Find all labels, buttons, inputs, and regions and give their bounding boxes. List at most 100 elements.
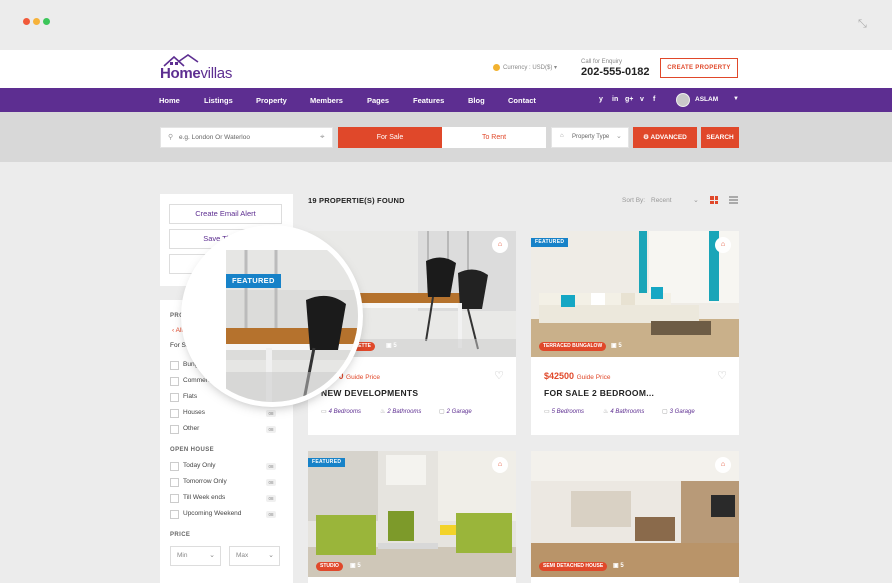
checkbox[interactable]	[170, 377, 179, 386]
maximize-window-dot[interactable]	[43, 18, 50, 25]
user-avatar[interactable]	[676, 93, 690, 107]
max-price-select[interactable]: Max ⌄	[229, 546, 280, 566]
list-view-icon[interactable]	[729, 196, 738, 204]
camera-icon[interactable]: ▣ 5	[613, 562, 624, 569]
nav-item-blog[interactable]: Blog	[468, 96, 485, 105]
browser-chrome: ⤡	[0, 0, 892, 50]
max-label: Max	[236, 552, 249, 559]
filter-today-only[interactable]: Today Only 08	[170, 461, 280, 473]
compare-icon[interactable]: ⌂	[492, 237, 508, 253]
checkbox[interactable]	[170, 462, 179, 471]
modern-room-image	[531, 451, 739, 577]
create-property-button[interactable]: CREATE PROPERTY	[660, 58, 738, 78]
nav-item-listings[interactable]: Listings	[204, 96, 233, 105]
nav-item-contact[interactable]: Contact	[508, 96, 536, 105]
to-rent-tab[interactable]: To Rent	[442, 127, 546, 148]
create-email-alert-button[interactable]: Create Email Alert	[169, 204, 282, 224]
sort-select[interactable]: Recent	[651, 197, 672, 204]
advanced-search-button[interactable]: ⚙ ADVANCED	[633, 127, 697, 148]
property-title[interactable]: NEW DEVELOPMENTS	[321, 388, 418, 398]
bath-icon: ♨	[380, 409, 386, 415]
linkedin-icon[interactable]: in	[612, 96, 618, 103]
compare-icon[interactable]: ⌂	[492, 457, 508, 473]
chevron-down-icon[interactable]: ⌄	[693, 196, 699, 204]
vimeo-icon[interactable]: v	[640, 96, 644, 103]
phone-number[interactable]: 202-555-0182	[581, 66, 650, 78]
property-type-tag: STUDIO	[316, 562, 343, 571]
checkbox[interactable]	[170, 494, 179, 503]
camera-icon[interactable]: ▣ 5	[386, 342, 397, 349]
grid-view-icon[interactable]	[710, 196, 718, 204]
checkbox[interactable]	[170, 409, 179, 418]
filter-houses[interactable]: Houses 08	[170, 408, 280, 420]
search-button[interactable]: SEARCH	[701, 127, 739, 148]
property-type-tag: ...ETTE	[350, 342, 375, 351]
enquiry-block: Call for Enquiry 202-555-0182	[581, 59, 650, 78]
chevron-down-icon: ⌄	[616, 133, 622, 140]
camera-icon[interactable]: ▣ 5	[611, 342, 622, 349]
chevron-down-icon[interactable]: ▼	[733, 96, 739, 102]
nav-item-features[interactable]: Features	[413, 96, 444, 105]
property-card[interactable]: ⌂ SEMI DETACHED HOUSE ▣ 5	[531, 451, 739, 583]
bath-icon: ♨	[603, 409, 609, 415]
bedrooms-info: ▭ 5 Bedrooms	[544, 408, 584, 415]
compare-icon[interactable]: ⌂	[715, 237, 731, 253]
property-photo[interactable]: FEATURED ⌂ TERRACED BUNGALOW ▣ 5	[531, 231, 739, 357]
checkbox[interactable]	[170, 478, 179, 487]
nav-item-members[interactable]: Members	[310, 96, 343, 105]
property-photo[interactable]: FEATURED ⌂ STUDIO ▣ 5	[308, 451, 516, 577]
advanced-label: ADVANCED	[650, 134, 687, 141]
garage-info: ▢ 3 Garage	[662, 408, 695, 415]
nav-item-pages[interactable]: Pages	[367, 96, 389, 105]
checkbox[interactable]	[170, 510, 179, 519]
magnifier-lens: FEATURED	[186, 230, 358, 402]
results-count: 19 PROPERTIE(S) FOUND	[308, 196, 405, 205]
user-name[interactable]: ASLAM	[695, 96, 718, 103]
minimize-window-dot[interactable]	[33, 18, 40, 25]
enquiry-label: Call for Enquiry	[581, 59, 623, 65]
car-icon: ▢	[439, 409, 445, 415]
close-window-dot[interactable]	[23, 18, 30, 25]
googleplus-icon[interactable]: g+	[625, 96, 633, 103]
twitter-icon[interactable]: y	[599, 96, 603, 103]
compare-icon[interactable]: ⌂	[715, 457, 731, 473]
bathrooms-info: ♨ 4 Bathrooms	[603, 408, 644, 415]
camera-icon[interactable]: ▣ 5	[350, 562, 361, 569]
expand-icon[interactable]: ⤡	[858, 18, 870, 30]
min-price-select[interactable]: Min ⌄	[170, 546, 221, 566]
currency-selector[interactable]: Currency : USD($) ▾	[493, 64, 557, 71]
facebook-icon[interactable]: f	[653, 96, 655, 103]
filter-label: Flats	[183, 393, 198, 400]
filter-till-week-ends[interactable]: Till Week ends 08	[170, 493, 280, 505]
crosshair-icon[interactable]: ⌖	[320, 132, 325, 142]
homevillas-logo[interactable]: Homevillas	[160, 54, 232, 82]
nav-item-property[interactable]: Property	[256, 96, 287, 105]
photo-count: 5	[357, 563, 361, 569]
filter-other[interactable]: Other 08	[170, 424, 280, 436]
favorite-heart-icon[interactable]: ♡	[717, 369, 727, 382]
property-photo[interactable]: ⌂ SEMI DETACHED HOUSE ▣ 5	[531, 451, 739, 577]
featured-badge: FEATURED	[531, 238, 569, 247]
sort-label: Sort By:	[622, 197, 646, 204]
filter-label: Upcoming Weekend	[183, 510, 242, 517]
all-types-link[interactable]: ‹ All	[172, 327, 183, 334]
top-header: Homevillas Currency : USD($) ▾ Call for …	[0, 50, 892, 88]
filter-upcoming-weekend[interactable]: Upcoming Weekend 08	[170, 509, 280, 521]
price-value: $42500	[544, 371, 575, 381]
filter-tomorrow-only[interactable]: Tomorrow Only 08	[170, 477, 280, 489]
photo-count: 5	[620, 563, 624, 569]
favorite-heart-icon[interactable]: ♡	[494, 369, 504, 382]
property-card[interactable]: FEATURED ⌂ STUDIO ▣ 5	[308, 451, 516, 583]
filter-label: Commercia	[183, 377, 217, 384]
checkbox[interactable]	[170, 361, 179, 370]
checkbox[interactable]	[170, 425, 179, 434]
studio-room-image	[308, 451, 516, 577]
for-sale-tab[interactable]: For Sale	[338, 127, 442, 148]
property-type-tag: SEMI DETACHED HOUSE	[539, 562, 608, 571]
checkbox[interactable]	[170, 393, 179, 402]
property-card[interactable]: FEATURED ⌂ TERRACED BUNGALOW ▣ 5 $42500 …	[531, 231, 739, 435]
location-input[interactable]: e.g. London Or Waterloo	[160, 127, 333, 148]
property-title[interactable]: FOR SALE 2 BEDROOM...	[544, 388, 654, 398]
nav-item-home[interactable]: Home	[159, 96, 180, 105]
open-house-heading: OPEN HOUSE	[170, 447, 215, 453]
